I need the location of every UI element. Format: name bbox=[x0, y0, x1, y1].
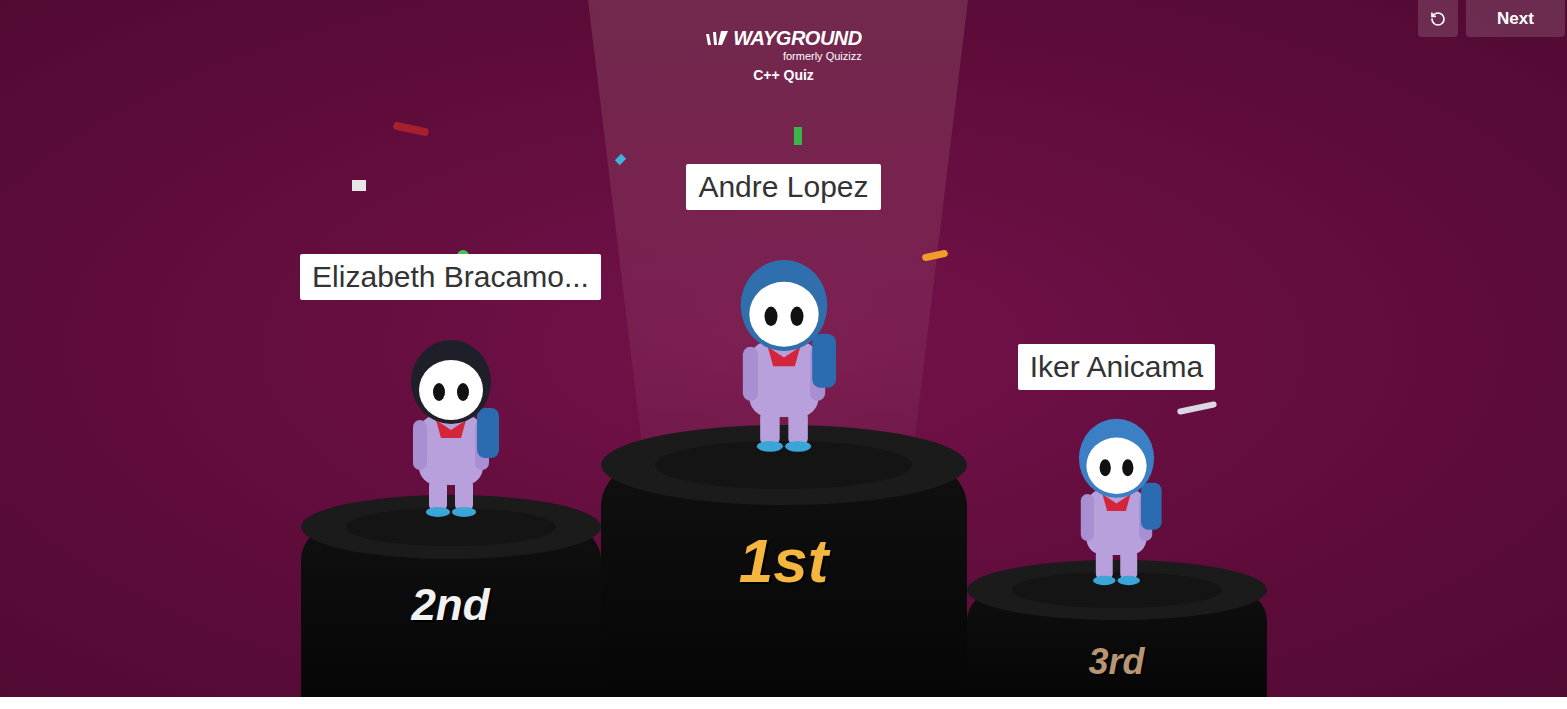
logo-icon bbox=[705, 30, 729, 46]
podium-top bbox=[301, 495, 601, 559]
podium-column: Elizabeth Bracamo... 2nd bbox=[301, 254, 601, 697]
logo: WAYGROUND bbox=[705, 28, 861, 48]
podium: Elizabeth Bracamo... 2nd Andre Lopez 1st Ike… bbox=[301, 164, 1267, 697]
player-avatar-icon bbox=[391, 320, 511, 520]
podium-block: 3rd bbox=[967, 560, 1267, 697]
player-avatar-icon bbox=[719, 220, 849, 455]
player-name: Iker Anicama bbox=[1018, 344, 1215, 390]
podium-top bbox=[601, 425, 967, 505]
restart-button[interactable] bbox=[1418, 0, 1458, 37]
podium-block: 2nd bbox=[301, 495, 601, 697]
podium-top bbox=[967, 560, 1267, 620]
bottom-strip bbox=[0, 697, 1567, 709]
logo-subtitle: formerly Quizizz bbox=[783, 49, 862, 63]
podium-block: 1st bbox=[601, 425, 967, 697]
quiz-header: WAYGROUNDformerly Quizizz C++ Quiz bbox=[705, 28, 861, 84]
player-avatar-icon bbox=[1059, 400, 1174, 588]
podium-column: Iker Anicama 3rd bbox=[967, 344, 1267, 697]
next-button[interactable]: Next bbox=[1466, 0, 1565, 37]
stage: Next WAYGROUNDformerly Quizizz C++ Quiz Eli… bbox=[0, 0, 1567, 697]
rank-label: 3rd bbox=[1088, 644, 1144, 697]
rank-label: 2nd bbox=[411, 583, 489, 697]
podium-column: Andre Lopez 1st bbox=[601, 164, 967, 697]
player-name: Andre Lopez bbox=[686, 164, 880, 210]
leaderboard-screen: Next WAYGROUNDformerly Quizizz C++ Quiz Eli… bbox=[0, 0, 1567, 709]
top-controls: Next bbox=[1418, 0, 1565, 37]
rank-label: 1st bbox=[739, 530, 829, 697]
restart-icon bbox=[1430, 11, 1446, 27]
player-name: Elizabeth Bracamo... bbox=[300, 254, 601, 300]
quiz-title: C++ Quiz bbox=[753, 66, 814, 84]
